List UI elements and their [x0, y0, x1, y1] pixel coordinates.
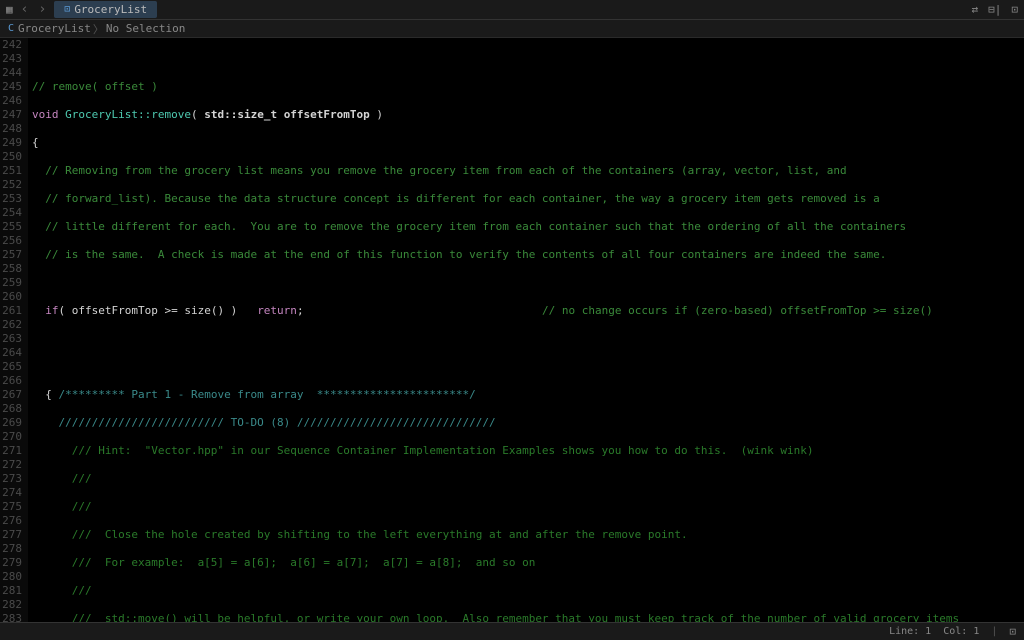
code-line: {	[32, 136, 1024, 150]
line-number: 248	[0, 122, 22, 136]
toolbar-left-group: ▦ ‹ › GroceryList	[6, 1, 157, 18]
line-number: 267	[0, 388, 22, 402]
line-number: 262	[0, 318, 22, 332]
tab-label: GroceryList	[74, 3, 147, 16]
code-line: /// Close the hole created by shifting t…	[32, 528, 1024, 542]
file-icon: C	[8, 23, 14, 34]
line-number: 254	[0, 206, 22, 220]
line-number: 264	[0, 346, 22, 360]
line-number: 261	[0, 304, 22, 318]
line-number: 249	[0, 136, 22, 150]
line-number: 258	[0, 262, 22, 276]
sidebar-toggle-icon[interactable]: ▦	[6, 3, 13, 16]
code-line: /// Hint: "Vector.hpp" in our Sequence C…	[32, 444, 1024, 458]
line-number: 277	[0, 528, 22, 542]
breadcrumb-file: GroceryList	[18, 22, 91, 35]
line-number: 269	[0, 416, 22, 430]
code-line: void GroceryList::remove( std::size_t of…	[32, 108, 1024, 122]
line-number: 244	[0, 66, 22, 80]
line-number: 256	[0, 234, 22, 248]
toolbar-right-group: ⇄ ⊟| ⊡	[972, 3, 1019, 16]
code-line	[32, 52, 1024, 66]
line-number: 252	[0, 178, 22, 192]
line-number: 245	[0, 80, 22, 94]
swap-icon[interactable]: ⇄	[972, 3, 979, 16]
line-number: 274	[0, 486, 22, 500]
code-line: if( offsetFromTop >= size() ) return; //…	[32, 304, 1024, 318]
line-number: 247	[0, 108, 22, 122]
breadcrumb[interactable]: C GroceryList 〉 No Selection	[0, 20, 1024, 38]
line-number: 259	[0, 276, 22, 290]
code-line: /// std::move() will be helpful, or writ…	[32, 612, 1024, 622]
library-icon[interactable]: ⊡	[1011, 3, 1018, 16]
line-number: 243	[0, 52, 22, 66]
code-line: ///	[32, 584, 1024, 598]
code-line: // little different for each. You are to…	[32, 220, 1024, 234]
line-number: 279	[0, 556, 22, 570]
top-toolbar: ▦ ‹ › GroceryList ⇄ ⊟| ⊡	[0, 0, 1024, 20]
nav-back-icon[interactable]: ‹	[19, 2, 31, 17]
code-line: ///////////////////////// TO-DO (8) ////…	[32, 416, 1024, 430]
assistant-icon[interactable]: ⊟|	[988, 3, 1001, 16]
line-number: 253	[0, 192, 22, 206]
line-number: 270	[0, 430, 22, 444]
line-number: 273	[0, 472, 22, 486]
line-number: 271	[0, 444, 22, 458]
code-line: // is the same. A check is made at the e…	[32, 248, 1024, 262]
line-number: 272	[0, 458, 22, 472]
line-number: 250	[0, 150, 22, 164]
code-line: // remove( offset )	[32, 80, 1024, 94]
code-line	[32, 332, 1024, 346]
line-number: 263	[0, 332, 22, 346]
code-line	[32, 276, 1024, 290]
line-number: 268	[0, 402, 22, 416]
code-line	[32, 360, 1024, 374]
line-number: 257	[0, 248, 22, 262]
status-bar: Line: 1 Col: 1 | ⊡	[0, 622, 1024, 640]
line-number: 255	[0, 220, 22, 234]
line-number: 282	[0, 598, 22, 612]
nav-forward-icon[interactable]: ›	[36, 2, 48, 17]
code-line: /// For example: a[5] = a[6]; a[6] = a[7…	[32, 556, 1024, 570]
code-line: { /********* Part 1 - Remove from array …	[32, 388, 1024, 402]
line-gutter: 2422432442452462472482492502512522532542…	[0, 38, 28, 622]
line-number: 275	[0, 500, 22, 514]
panel-icon[interactable]: ⊡	[1009, 625, 1016, 638]
line-number: 251	[0, 164, 22, 178]
line-number: 276	[0, 514, 22, 528]
line-number: 246	[0, 94, 22, 108]
line-number: 266	[0, 374, 22, 388]
line-number: 278	[0, 542, 22, 556]
code-line: // forward_list). Because the data struc…	[32, 192, 1024, 206]
tab-grocerylist[interactable]: GroceryList	[54, 1, 157, 18]
code-content[interactable]: // remove( offset ) void GroceryList::re…	[28, 38, 1024, 622]
editor-area: 2422432442452462472482492502512522532542…	[0, 38, 1024, 622]
line-number: 265	[0, 360, 22, 374]
status-line: Line: 1	[889, 626, 931, 637]
code-line: ///	[32, 472, 1024, 486]
code-line: ///	[32, 500, 1024, 514]
line-number: 281	[0, 584, 22, 598]
line-number: 242	[0, 38, 22, 52]
code-line: // Removing from the grocery list means …	[32, 164, 1024, 178]
line-number: 283	[0, 612, 22, 622]
line-number: 260	[0, 290, 22, 304]
chevron-right-icon: 〉	[93, 21, 104, 37]
status-col: Col: 1	[943, 626, 979, 637]
status-divider: |	[991, 626, 997, 637]
breadcrumb-selection: No Selection	[106, 22, 185, 35]
line-number: 280	[0, 570, 22, 584]
